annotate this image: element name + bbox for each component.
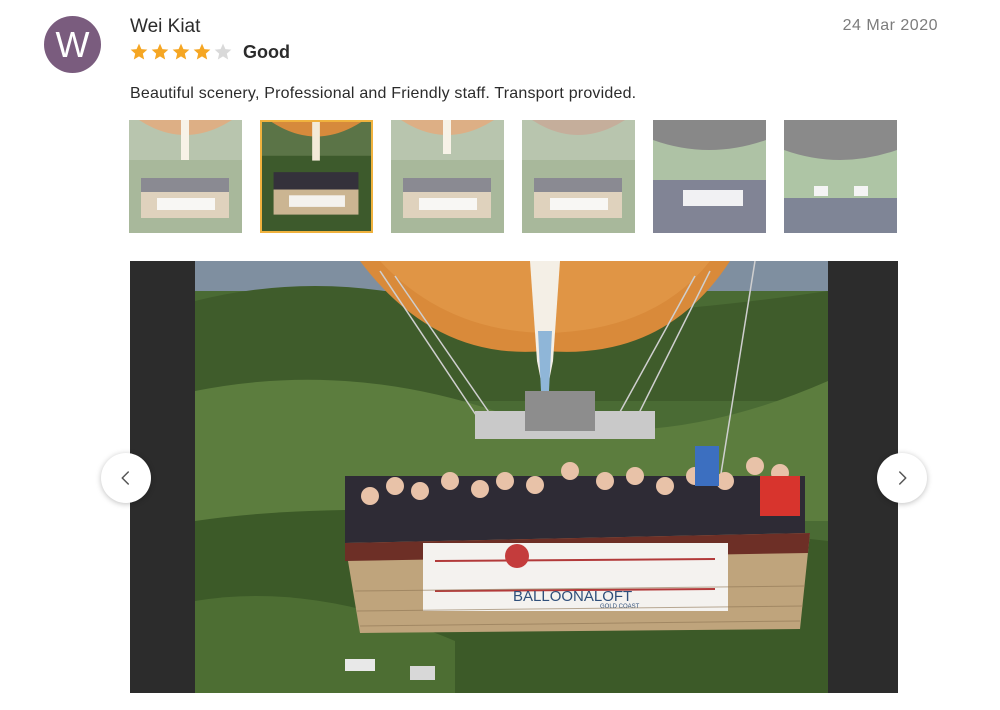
star-rating (129, 42, 233, 62)
thumbnail-6[interactable] (784, 120, 897, 233)
main-photo[interactable]: BALLOONALOFT GOLD COAST (195, 261, 828, 693)
chevron-left-icon (121, 471, 129, 485)
thumbnail-strip (129, 120, 897, 233)
review-date: 24 Mar 2020 (842, 17, 938, 34)
thumbnail-2[interactable] (260, 120, 373, 233)
thumbnail-1[interactable] (129, 120, 242, 233)
rating: Good (129, 40, 290, 64)
thumbnail-5[interactable] (653, 120, 766, 233)
star-icon (151, 43, 169, 60)
reviewer-name: Wei Kiat (130, 16, 201, 37)
photo-viewer: BALLOONALOFT GOLD COAST (130, 261, 898, 693)
review-card: W Wei Kiat 24 Mar 2020 Good Beautiful sc… (0, 0, 1000, 710)
previous-photo-button[interactable] (101, 453, 151, 503)
star-icon (214, 43, 232, 60)
star-icon (193, 43, 211, 60)
banner-subtext: GOLD COAST (600, 604, 640, 610)
thumbnail-3[interactable] (391, 120, 504, 233)
rating-label: Good (243, 41, 290, 62)
star-icon (130, 43, 148, 60)
chevron-right-icon (899, 471, 907, 485)
thumbnail-4[interactable] (522, 120, 635, 233)
next-photo-button[interactable] (877, 453, 927, 503)
star-icon (172, 43, 190, 60)
review-text: Beautiful scenery, Professional and Frie… (130, 85, 637, 102)
avatar: W (44, 16, 101, 73)
banner-text: BALLOONALOFT (513, 588, 632, 605)
